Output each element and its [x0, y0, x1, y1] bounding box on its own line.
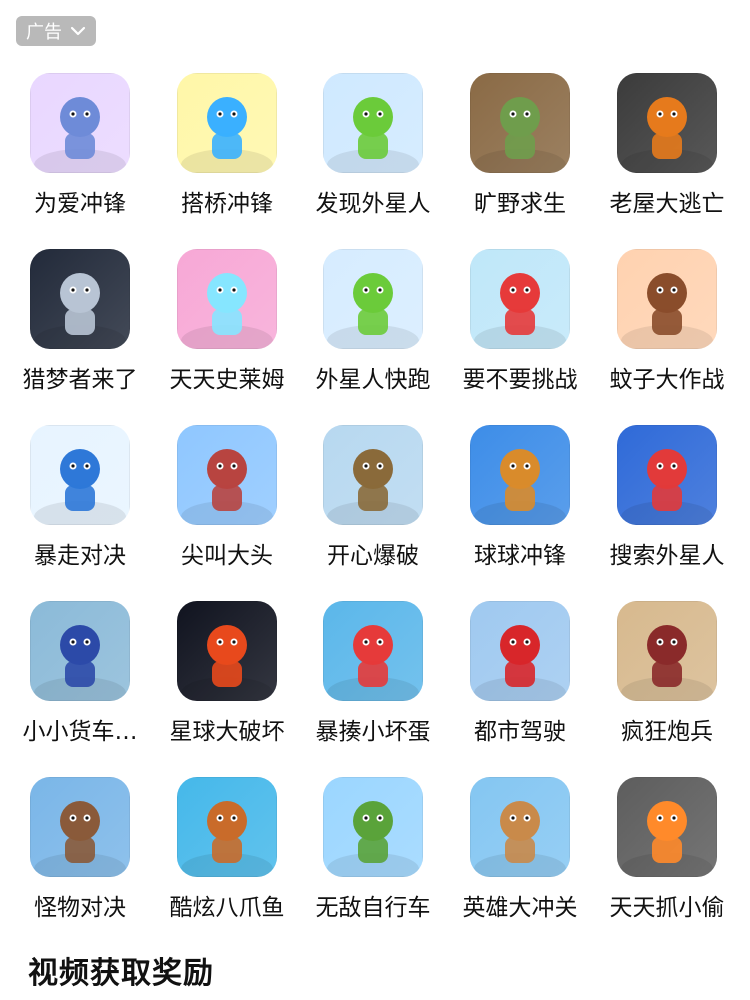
game-title: 猎梦者来了 — [22, 367, 138, 393]
game-title: 疯狂炮兵 — [621, 719, 713, 745]
game-row: 猎梦者来了 天天史莱姆 外星人快跑 要不要挑战 蚊子大作战 — [0, 236, 750, 412]
city-drive-icon[interactable] — [470, 601, 570, 701]
bride-run-icon[interactable] — [30, 73, 130, 173]
game-title: 球球冲锋 — [474, 543, 566, 569]
game-title: 搭桥冲锋 — [181, 191, 273, 217]
game-title: 搜索外星人 — [609, 543, 725, 569]
game-tile[interactable]: 疯狂炮兵 — [593, 588, 741, 747]
game-tile[interactable]: 要不要挑战 — [446, 236, 594, 395]
hero-rush-icon[interactable] — [470, 777, 570, 877]
game-title: 旷野求生 — [474, 191, 566, 217]
bad-guy-icon[interactable] — [323, 601, 423, 701]
game-tile[interactable]: 球球冲锋 — [446, 412, 594, 571]
ad-badge[interactable]: 广告 — [16, 16, 96, 46]
game-tile[interactable]: 天天史莱姆 — [153, 236, 301, 395]
jail-escape-icon[interactable] — [617, 73, 717, 173]
chevron-down-icon — [70, 26, 86, 36]
octopus-icon[interactable] — [177, 777, 277, 877]
game-tile[interactable]: 都市驾驶 — [446, 588, 594, 747]
scream-head-icon[interactable] — [177, 425, 277, 525]
game-tile[interactable]: 老屋大逃亡 — [593, 60, 741, 219]
game-title: 都市驾驶 — [474, 719, 566, 745]
wild-survival-icon[interactable] — [470, 73, 570, 173]
game-title: 怪物对决 — [34, 895, 126, 921]
game-title: 无敌自行车 — [315, 895, 431, 921]
game-tile[interactable]: 小小货车… — [6, 588, 154, 747]
alien-run-icon[interactable] — [323, 249, 423, 349]
artillery-icon[interactable] — [617, 601, 717, 701]
game-row: 怪物对决 酷炫八爪鱼 无敌自行车 英雄大冲关 天天抓小偷 — [0, 764, 750, 940]
game-tile[interactable]: 尖叫大头 — [153, 412, 301, 571]
game-tile[interactable]: 酷炫八爪鱼 — [153, 764, 301, 923]
game-tile[interactable]: 天天抓小偷 — [593, 764, 741, 923]
game-row: 为爱冲锋 搭桥冲锋 发现外星人 旷野求生 老屋大逃亡 — [0, 60, 750, 236]
game-tile[interactable]: 为爱冲锋 — [6, 60, 154, 219]
game-title: 发现外星人 — [315, 191, 431, 217]
game-tile[interactable]: 星球大破坏 — [153, 588, 301, 747]
game-tile[interactable]: 猎梦者来了 — [6, 236, 154, 395]
game-tile[interactable]: 开心爆破 — [299, 412, 447, 571]
mosquito-icon[interactable] — [617, 249, 717, 349]
game-title: 开心爆破 — [327, 543, 419, 569]
game-title: 天天抓小偷 — [609, 895, 725, 921]
alien-find-icon[interactable] — [323, 73, 423, 173]
game-row: 暴走对决 尖叫大头 开心爆破 球球冲锋 搜索外星人 — [0, 412, 750, 588]
bridge-stack-icon[interactable] — [177, 73, 277, 173]
game-title: 天天史莱姆 — [169, 367, 285, 393]
ad-badge-label: 广告 — [26, 22, 62, 43]
section-title: 视频获取奖励 — [28, 956, 214, 991]
game-tile[interactable]: 怪物对决 — [6, 764, 154, 923]
challenge-girl-icon[interactable] — [470, 249, 570, 349]
game-title: 蚊子大作战 — [609, 367, 725, 393]
police-chase-icon[interactable] — [617, 777, 717, 877]
ball-rush-icon[interactable] — [470, 425, 570, 525]
game-title: 老屋大逃亡 — [609, 191, 725, 217]
game-title: 暴揍小坏蛋 — [315, 719, 431, 745]
monster-duel-icon[interactable] — [30, 777, 130, 877]
game-tile[interactable]: 蚊子大作战 — [593, 236, 741, 395]
game-tile[interactable]: 搜索外星人 — [593, 412, 741, 571]
game-tile[interactable]: 外星人快跑 — [299, 236, 447, 395]
slime-icon[interactable] — [177, 249, 277, 349]
game-tile[interactable]: 旷野求生 — [446, 60, 594, 219]
game-tile[interactable]: 暴走对决 — [6, 412, 154, 571]
game-tile[interactable]: 英雄大冲关 — [446, 764, 594, 923]
stickman-icon[interactable] — [30, 425, 130, 525]
tnt-icon[interactable] — [323, 425, 423, 525]
game-tile[interactable]: 无敌自行车 — [299, 764, 447, 923]
cargo-truck-icon[interactable] — [30, 601, 130, 701]
game-grid: 为爱冲锋 搭桥冲锋 发现外星人 旷野求生 老屋大逃亡猎梦者来了 天天史莱姆 外星人快跑 要不要… — [0, 60, 750, 940]
game-row: 小小货车… 星球大破坏 暴揍小坏蛋 都市驾驶 疯狂炮兵 — [0, 588, 750, 764]
search-alien-icon[interactable] — [617, 425, 717, 525]
game-tile[interactable]: 发现外星人 — [299, 60, 447, 219]
game-title: 星球大破坏 — [169, 719, 285, 745]
game-title: 为爱冲锋 — [34, 191, 126, 217]
game-tile[interactable]: 暴揍小坏蛋 — [299, 588, 447, 747]
game-title: 小小货车… — [22, 719, 138, 745]
game-title: 暴走对决 — [34, 543, 126, 569]
dream-hunter-icon[interactable] — [30, 249, 130, 349]
game-title: 外星人快跑 — [315, 367, 431, 393]
game-title: 尖叫大头 — [181, 543, 273, 569]
game-tile[interactable]: 搭桥冲锋 — [153, 60, 301, 219]
game-title: 酷炫八爪鱼 — [169, 895, 285, 921]
game-title: 要不要挑战 — [462, 367, 578, 393]
planet-smash-icon[interactable] — [177, 601, 277, 701]
bicycle-icon[interactable] — [323, 777, 423, 877]
game-title: 英雄大冲关 — [462, 895, 578, 921]
